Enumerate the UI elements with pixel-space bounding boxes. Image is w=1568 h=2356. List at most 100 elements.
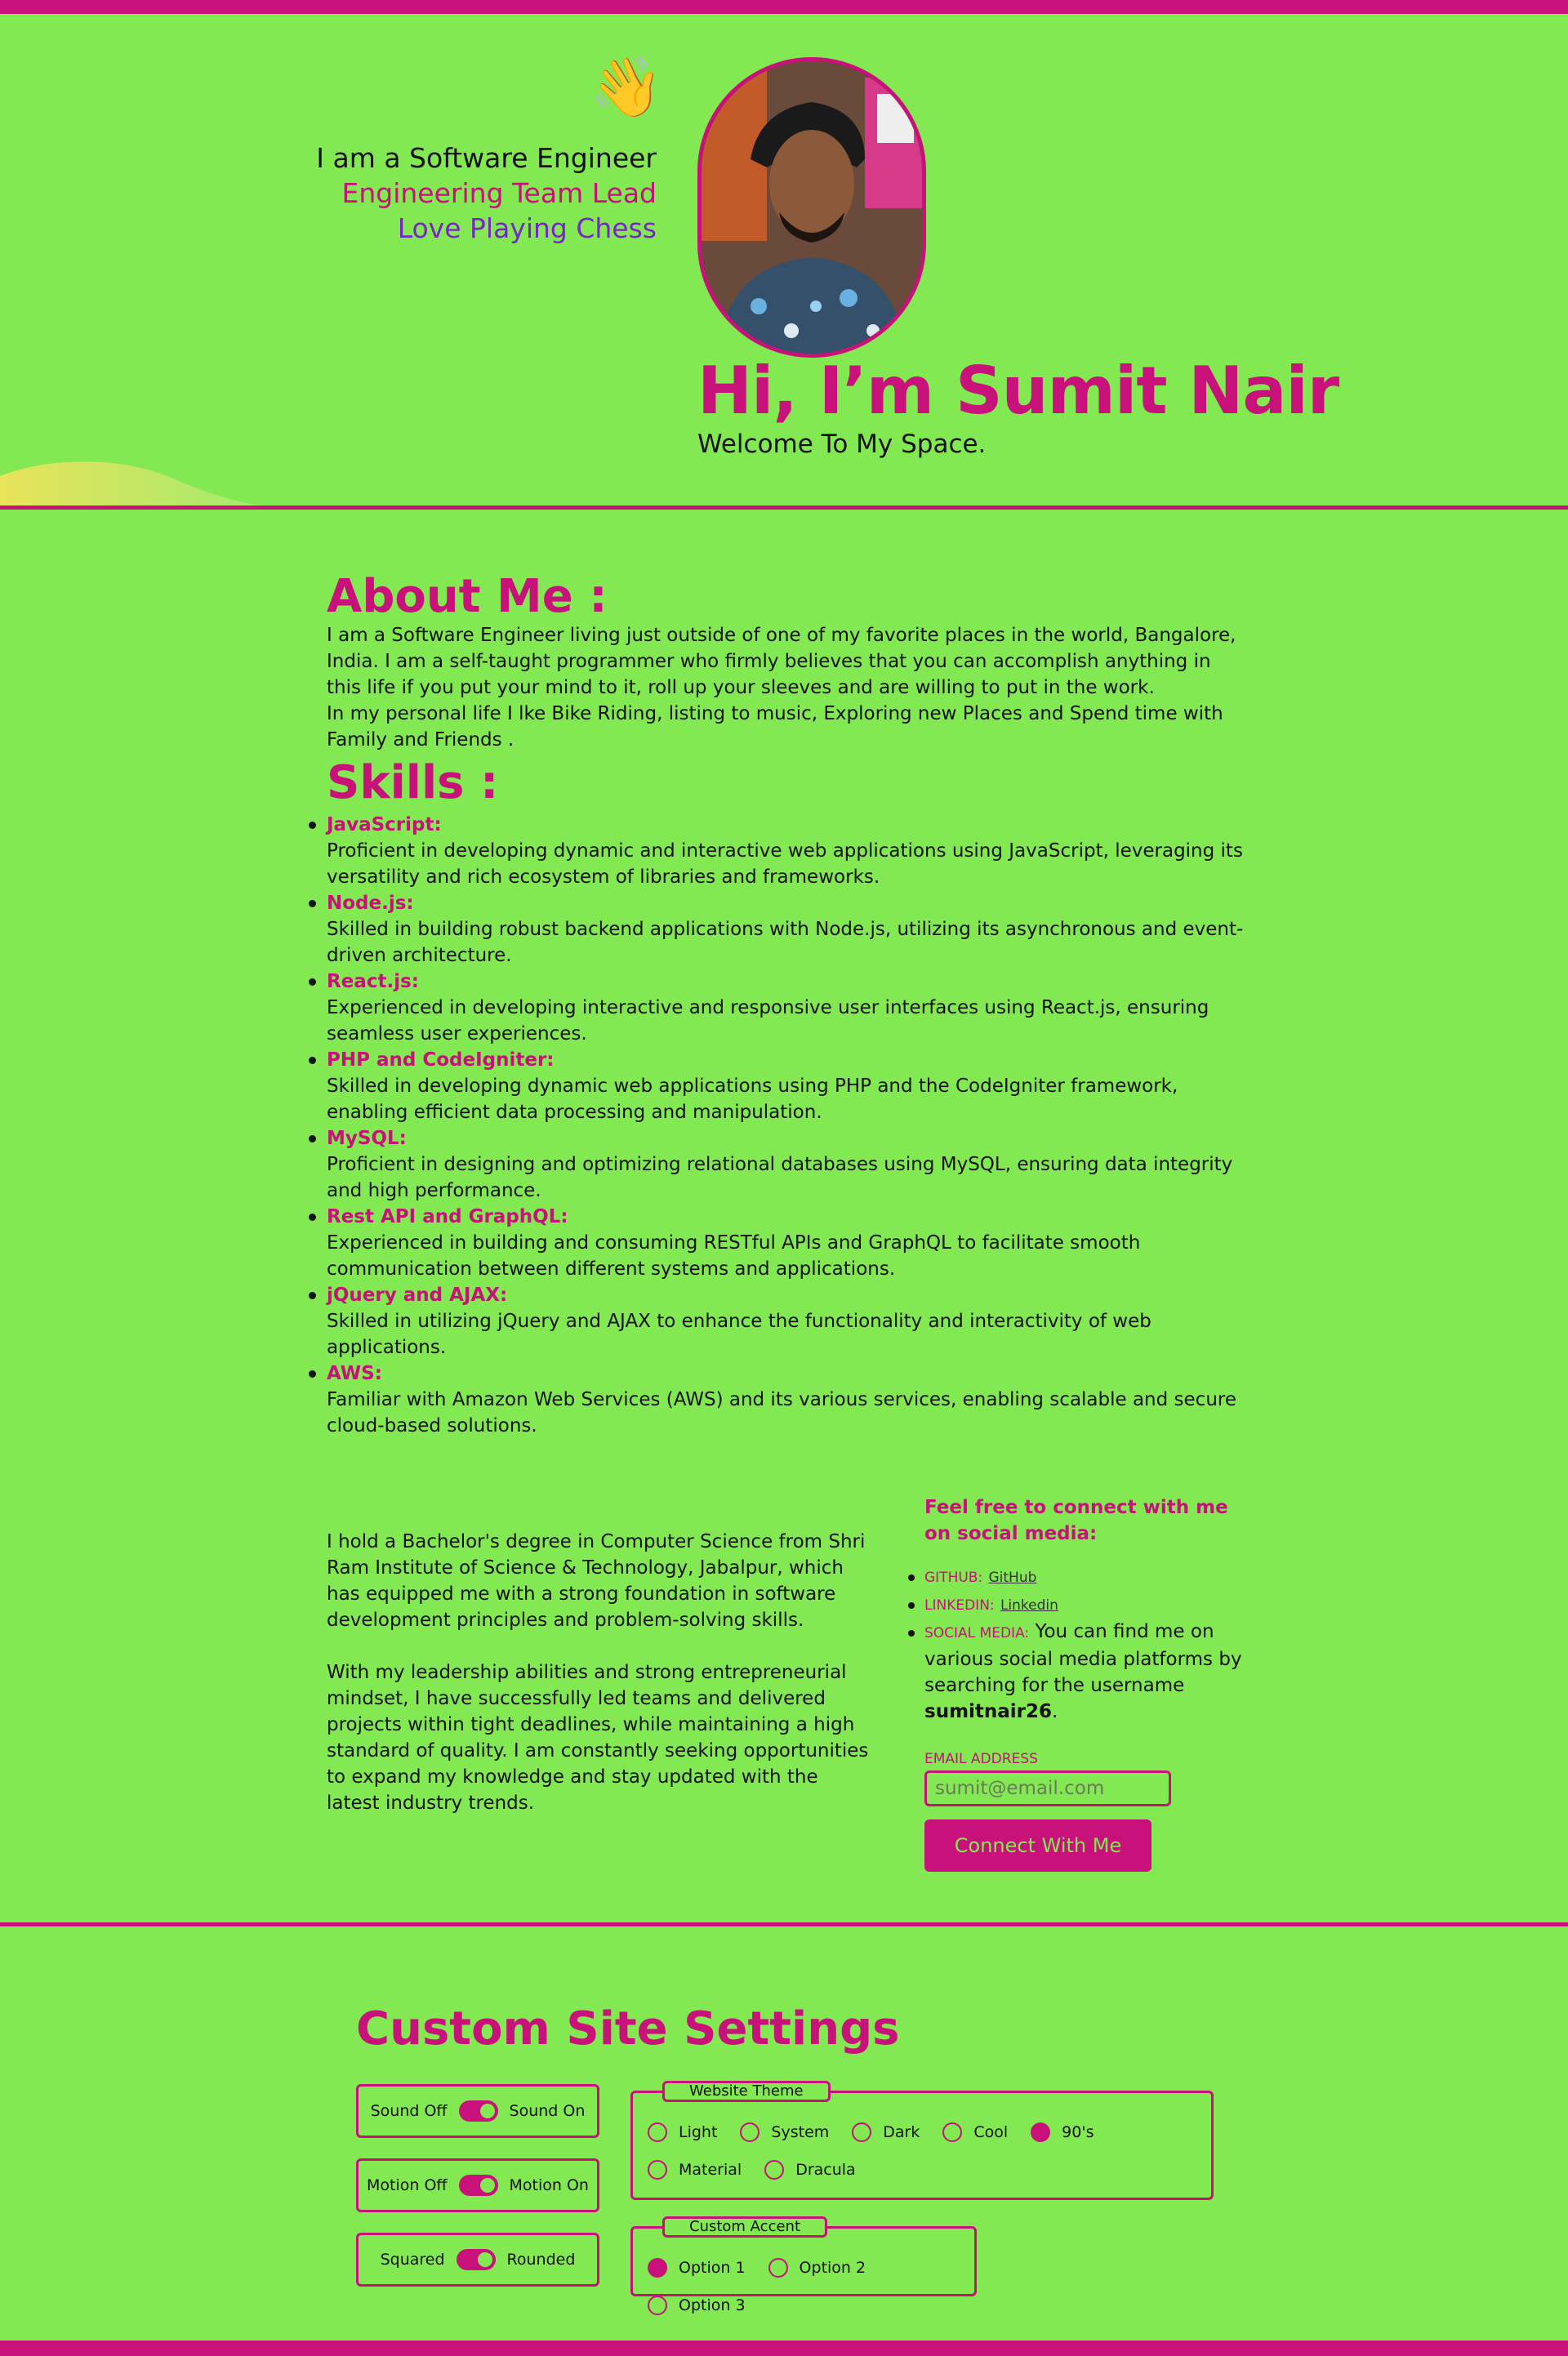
skill-description: Familiar with Amazon Web Services (AWS) … (327, 1389, 1237, 1436)
skill-description: Experienced in developing interactive an… (327, 997, 1209, 1044)
tagline-1: I am a Software Engineer (316, 142, 657, 174)
motion-toggle-switch[interactable] (458, 2175, 498, 2196)
motion-off-label: Motion Off (367, 2176, 448, 2194)
motion-on-label: Motion On (509, 2176, 589, 2194)
radio-label: System (771, 2123, 830, 2141)
linkedin-link[interactable]: Linkedin (1000, 1597, 1058, 1614)
accent-option-3[interactable]: Option 3 (648, 2287, 746, 2324)
section-divider (0, 505, 1568, 510)
social-list: GITHUB: GitHub LINKEDIN: Linkedin SOCIAL… (908, 1563, 1251, 1725)
theme-option-cool[interactable]: Cool (942, 2113, 1008, 2151)
hero-title: Hi, I’m Sumit Nair (697, 353, 1339, 429)
about-title: About Me : (327, 570, 608, 623)
theme-option-light[interactable]: Light (648, 2113, 717, 2151)
radio-icon (942, 2122, 963, 2142)
corner-toggle-switch[interactable] (456, 2249, 496, 2270)
theme-option-system[interactable]: System (740, 2113, 829, 2151)
education-paragraph-1: I hold a Bachelor's degree in Computer S… (327, 1531, 866, 1631)
profile-avatar (697, 57, 926, 358)
radio-label: Cool (973, 2123, 1009, 2141)
list-item: Node.js: Skilled in building robust backe… (309, 890, 1245, 969)
corner-toggle-group: Squared Rounded (356, 2233, 599, 2287)
radio-icon (648, 2296, 667, 2315)
connect-section: Feel free to connect with me on social m… (908, 1494, 1251, 1872)
radio-selected-icon (1031, 2122, 1051, 2142)
skill-description: Skilled in utilizing jQuery and AJAX to … (327, 1311, 1152, 1358)
theme-option-dark[interactable]: Dark (852, 2113, 920, 2151)
motion-toggle-group: Motion Off Motion On (356, 2158, 599, 2212)
sound-toggle-switch[interactable] (458, 2100, 498, 2122)
profile-photo (702, 61, 922, 354)
radio-label: 90's (1062, 2123, 1094, 2141)
sound-off-label: Sound Off (370, 2102, 448, 2120)
github-link[interactable]: GitHub (989, 1570, 1037, 1586)
bottom-border (0, 2340, 1568, 2356)
social-username: sumitnair26 (924, 1701, 1053, 1722)
accent-option-2[interactable]: Option 2 (768, 2249, 866, 2287)
hero-taglines: I am a Software Engineer Engineering Tea… (316, 140, 657, 246)
squared-label: Squared (380, 2251, 445, 2269)
social-period: . (1052, 1701, 1058, 1722)
skills-title: Skills : (327, 756, 499, 809)
sound-toggle-group: Sound Off Sound On (356, 2084, 599, 2138)
list-item: GITHUB: GitHub (908, 1563, 1251, 1591)
radio-icon (852, 2122, 872, 2142)
skill-description: Skilled in developing dynamic web applic… (327, 1076, 1178, 1123)
education-paragraph-2: With my leadership abilities and strong … (327, 1662, 869, 1814)
about-paragraph-2: In my personal life I lke Bike Riding, l… (327, 703, 1223, 750)
skill-name: jQuery and AJAX: (327, 1285, 508, 1306)
skill-description: Proficient in developing dynamic and int… (327, 840, 1243, 888)
rounded-label: Rounded (506, 2251, 576, 2269)
custom-accent-legend: Custom Accent (662, 2216, 828, 2238)
skill-name: AWS: (327, 1363, 382, 1384)
list-item: MySQL: Proficient in designing and optimi… (309, 1125, 1245, 1204)
education-section: I hold a Bachelor's degree in Computer S… (327, 1529, 874, 1816)
radio-icon (768, 2258, 788, 2278)
list-item: Rest API and GraphQL: Experienced in buil… (309, 1204, 1245, 1282)
list-item: React.js: Experienced in developing inter… (309, 969, 1245, 1047)
email-label: EMAIL ADDRESS (924, 1751, 1038, 1767)
radio-icon (648, 2160, 667, 2180)
theme-option-material[interactable]: Material (648, 2151, 742, 2189)
list-item: AWS: Familiar with Amazon Web Services (A… (309, 1361, 1245, 1439)
custom-accent-group: Custom Accent Option 1 Option 2 Option 3 (630, 2216, 977, 2315)
tagline-2: Engineering Team Lead (341, 177, 657, 209)
radio-label: Option 2 (799, 2259, 866, 2277)
radio-icon (764, 2160, 785, 2180)
radio-label: Dark (883, 2123, 920, 2141)
list-item: SOCIAL MEDIA: You can find me on various… (908, 1619, 1251, 1725)
settings-title: Custom Site Settings (356, 2002, 900, 2055)
social-media-label: SOCIAL MEDIA: (924, 1625, 1030, 1641)
skill-name: Node.js: (327, 893, 414, 914)
skill-description: Skilled in building robust backend appli… (327, 919, 1244, 966)
accent-option-1[interactable]: Option 1 (648, 2249, 746, 2287)
section-divider (0, 1922, 1568, 1926)
radio-icon (648, 2122, 667, 2142)
about-paragraph-1: I am a Software Engineer living just out… (327, 625, 1236, 698)
connect-button[interactable]: Connect With Me (924, 1819, 1152, 1872)
radio-label: Material (679, 2161, 742, 2179)
wave-decoration (0, 461, 261, 505)
list-item: PHP and CodeIgniter: Skilled in developin… (309, 1047, 1245, 1125)
radio-label: Option 3 (679, 2296, 746, 2314)
radio-icon (740, 2122, 760, 2142)
top-border (0, 0, 1568, 14)
waving-hand-icon: 👋 (590, 52, 663, 121)
theme-option-90s[interactable]: 90's (1031, 2113, 1094, 2151)
skill-description: Proficient in designing and optimizing r… (327, 1154, 1233, 1201)
linkedin-label: LINKEDIN: (924, 1597, 995, 1614)
list-item: LINKEDIN: Linkedin (908, 1591, 1251, 1619)
github-label: GITHUB: (924, 1570, 983, 1586)
sound-on-label: Sound On (509, 2102, 586, 2120)
list-item: JavaScript: Proficient in developing dyna… (309, 812, 1245, 890)
theme-option-dracula[interactable]: Dracula (764, 2151, 856, 2189)
skill-name: Rest API and GraphQL: (327, 1206, 568, 1227)
skill-name: JavaScript: (327, 814, 442, 835)
radio-label: Option 1 (679, 2259, 746, 2277)
tagline-3: Love Playing Chess (397, 212, 657, 244)
skill-name: PHP and CodeIgniter: (327, 1049, 555, 1071)
radio-label: Light (679, 2123, 718, 2141)
email-input[interactable] (924, 1770, 1171, 1806)
connect-title: Feel free to connect with me on social m… (924, 1497, 1228, 1544)
hero-subtitle: Welcome To My Space. (697, 430, 987, 459)
